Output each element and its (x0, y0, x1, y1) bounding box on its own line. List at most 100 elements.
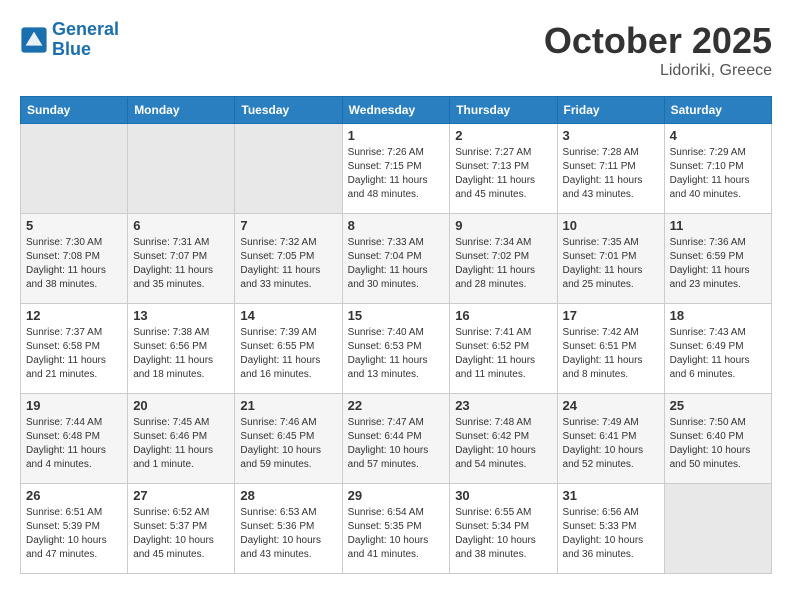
calendar-cell (21, 124, 128, 214)
weekday-header-monday: Monday (128, 97, 235, 124)
day-number: 7 (240, 218, 336, 233)
calendar-cell: 16 Sunrise: 7:41 AM Sunset: 6:52 PM Dayli… (450, 304, 557, 394)
day-info: Sunrise: 7:33 AM Sunset: 7:04 PM Dayligh… (348, 236, 445, 292)
title-block: October 2025 Lidoriki, Greece (544, 20, 772, 80)
calendar-cell: 29 Sunrise: 6:54 AM Sunset: 5:35 PM Dayli… (342, 484, 450, 574)
day-info: Sunrise: 7:40 AM Sunset: 6:53 PM Dayligh… (348, 326, 445, 382)
weekday-header-tuesday: Tuesday (235, 97, 342, 124)
calendar-cell (235, 124, 342, 214)
calendar-cell: 23 Sunrise: 7:48 AM Sunset: 6:42 PM Dayli… (450, 394, 557, 484)
day-number: 5 (26, 218, 122, 233)
day-number: 28 (240, 488, 336, 503)
calendar-cell: 12Sunrise: 7:37 AM Sunset: 6:58 PM Dayli… (21, 304, 128, 394)
calendar-cell: 30 Sunrise: 6:55 AM Sunset: 5:34 PM Dayli… (450, 484, 557, 574)
month-title: October 2025 (544, 20, 772, 62)
day-info: Sunrise: 7:30 AM Sunset: 7:08 PM Dayligh… (26, 236, 122, 292)
day-info: Sunrise: 6:54 AM Sunset: 5:35 PM Dayligh… (348, 506, 445, 562)
week-row-2: 5 Sunrise: 7:30 AM Sunset: 7:08 PM Daylig… (21, 214, 772, 304)
day-number: 13 (133, 308, 229, 323)
day-info: Sunrise: 6:53 AM Sunset: 5:36 PM Dayligh… (240, 506, 336, 562)
day-info: Sunrise: 7:47 AM Sunset: 6:44 PM Dayligh… (348, 416, 445, 472)
day-info: Sunrise: 7:26 AM Sunset: 7:15 PM Dayligh… (348, 146, 445, 202)
day-number: 9 (455, 218, 551, 233)
week-row-5: 26 Sunrise: 6:51 AM Sunset: 5:39 PM Dayli… (21, 484, 772, 574)
day-number: 4 (670, 128, 766, 143)
day-info: Sunrise: 7:35 AM Sunset: 7:01 PM Dayligh… (563, 236, 659, 292)
calendar-cell (128, 124, 235, 214)
calendar-cell: 24 Sunrise: 7:49 AM Sunset: 6:41 PM Dayli… (557, 394, 664, 484)
calendar-cell: 2 Sunrise: 7:27 AM Sunset: 7:13 PM Daylig… (450, 124, 557, 214)
day-number: 23 (455, 398, 551, 413)
day-info: Sunrise: 7:50 AM Sunset: 6:40 PM Dayligh… (670, 416, 766, 472)
calendar-body: 1 Sunrise: 7:26 AM Sunset: 7:15 PM Daylig… (21, 124, 772, 574)
day-info: Sunrise: 7:31 AM Sunset: 7:07 PM Dayligh… (133, 236, 229, 292)
day-info: Sunrise: 7:41 AM Sunset: 6:52 PM Dayligh… (455, 326, 551, 382)
calendar-cell: 26 Sunrise: 6:51 AM Sunset: 5:39 PM Dayli… (21, 484, 128, 574)
calendar-table: SundayMondayTuesdayWednesdayThursdayFrid… (20, 96, 772, 574)
location: Lidoriki, Greece (544, 62, 772, 80)
calendar-cell: 7 Sunrise: 7:32 AM Sunset: 7:05 PM Daylig… (235, 214, 342, 304)
calendar-cell: 5 Sunrise: 7:30 AM Sunset: 7:08 PM Daylig… (21, 214, 128, 304)
day-info: Sunrise: 7:39 AM Sunset: 6:55 PM Dayligh… (240, 326, 336, 382)
day-number: 1 (348, 128, 445, 143)
day-info: Sunrise: 7:36 AM Sunset: 6:59 PM Dayligh… (670, 236, 766, 292)
weekday-header-thursday: Thursday (450, 97, 557, 124)
day-info: Sunrise: 7:32 AM Sunset: 7:05 PM Dayligh… (240, 236, 336, 292)
day-number: 15 (348, 308, 445, 323)
day-number: 24 (563, 398, 659, 413)
day-number: 17 (563, 308, 659, 323)
page-header: General Blue October 2025 Lidoriki, Gree… (20, 20, 772, 80)
calendar-cell: 25 Sunrise: 7:50 AM Sunset: 6:40 PM Dayli… (664, 394, 771, 484)
day-number: 20 (133, 398, 229, 413)
weekday-header-friday: Friday (557, 97, 664, 124)
day-number: 21 (240, 398, 336, 413)
logo-icon (20, 26, 48, 54)
calendar-cell: 4 Sunrise: 7:29 AM Sunset: 7:10 PM Daylig… (664, 124, 771, 214)
calendar-cell: 28 Sunrise: 6:53 AM Sunset: 5:36 PM Dayli… (235, 484, 342, 574)
day-info: Sunrise: 7:38 AM Sunset: 6:56 PM Dayligh… (133, 326, 229, 382)
day-info: Sunrise: 7:46 AM Sunset: 6:45 PM Dayligh… (240, 416, 336, 472)
week-row-4: 19 Sunrise: 7:44 AM Sunset: 6:48 PM Dayli… (21, 394, 772, 484)
calendar-cell: 1 Sunrise: 7:26 AM Sunset: 7:15 PM Daylig… (342, 124, 450, 214)
calendar-cell: 3Sunrise: 7:28 AM Sunset: 7:11 PM Daylig… (557, 124, 664, 214)
day-info: Sunrise: 6:56 AM Sunset: 5:33 PM Dayligh… (563, 506, 659, 562)
calendar-cell: 15 Sunrise: 7:40 AM Sunset: 6:53 PM Dayli… (342, 304, 450, 394)
day-number: 3 (563, 128, 659, 143)
calendar-cell: 10 Sunrise: 7:35 AM Sunset: 7:01 PM Dayli… (557, 214, 664, 304)
day-info: Sunrise: 6:52 AM Sunset: 5:37 PM Dayligh… (133, 506, 229, 562)
day-number: 10 (563, 218, 659, 233)
day-number: 22 (348, 398, 445, 413)
calendar-cell: 20 Sunrise: 7:45 AM Sunset: 6:46 PM Dayli… (128, 394, 235, 484)
weekday-header-wednesday: Wednesday (342, 97, 450, 124)
week-row-1: 1 Sunrise: 7:26 AM Sunset: 7:15 PM Daylig… (21, 124, 772, 214)
weekday-header-sunday: Sunday (21, 97, 128, 124)
day-info: Sunrise: 6:51 AM Sunset: 5:39 PM Dayligh… (26, 506, 122, 562)
day-number: 16 (455, 308, 551, 323)
day-info: Sunrise: 7:43 AM Sunset: 6:49 PM Dayligh… (670, 326, 766, 382)
day-info: Sunrise: 7:37 AM Sunset: 6:58 PM Dayligh… (26, 326, 122, 382)
day-number: 26 (26, 488, 122, 503)
day-info: Sunrise: 7:49 AM Sunset: 6:41 PM Dayligh… (563, 416, 659, 472)
day-info: Sunrise: 7:34 AM Sunset: 7:02 PM Dayligh… (455, 236, 551, 292)
day-info: Sunrise: 7:48 AM Sunset: 6:42 PM Dayligh… (455, 416, 551, 472)
day-number: 19 (26, 398, 122, 413)
calendar-cell: 6Sunrise: 7:31 AM Sunset: 7:07 PM Daylig… (128, 214, 235, 304)
logo-text: General Blue (52, 20, 119, 60)
day-number: 30 (455, 488, 551, 503)
calendar-cell: 9 Sunrise: 7:34 AM Sunset: 7:02 PM Daylig… (450, 214, 557, 304)
day-info: Sunrise: 7:27 AM Sunset: 7:13 PM Dayligh… (455, 146, 551, 202)
day-info: Sunrise: 7:44 AM Sunset: 6:48 PM Dayligh… (26, 416, 122, 472)
calendar-cell: 18Sunrise: 7:43 AM Sunset: 6:49 PM Dayli… (664, 304, 771, 394)
day-info: Sunrise: 7:45 AM Sunset: 6:46 PM Dayligh… (133, 416, 229, 472)
weekday-header-row: SundayMondayTuesdayWednesdayThursdayFrid… (21, 97, 772, 124)
day-number: 29 (348, 488, 445, 503)
calendar-cell: 8Sunrise: 7:33 AM Sunset: 7:04 PM Daylig… (342, 214, 450, 304)
day-info: Sunrise: 7:42 AM Sunset: 6:51 PM Dayligh… (563, 326, 659, 382)
calendar-cell: 21 Sunrise: 7:46 AM Sunset: 6:45 PM Dayli… (235, 394, 342, 484)
calendar-cell: 27Sunrise: 6:52 AM Sunset: 5:37 PM Dayli… (128, 484, 235, 574)
day-number: 25 (670, 398, 766, 413)
day-info: Sunrise: 6:55 AM Sunset: 5:34 PM Dayligh… (455, 506, 551, 562)
calendar-cell: 31Sunrise: 6:56 AM Sunset: 5:33 PM Dayli… (557, 484, 664, 574)
day-number: 2 (455, 128, 551, 143)
day-info: Sunrise: 7:29 AM Sunset: 7:10 PM Dayligh… (670, 146, 766, 202)
